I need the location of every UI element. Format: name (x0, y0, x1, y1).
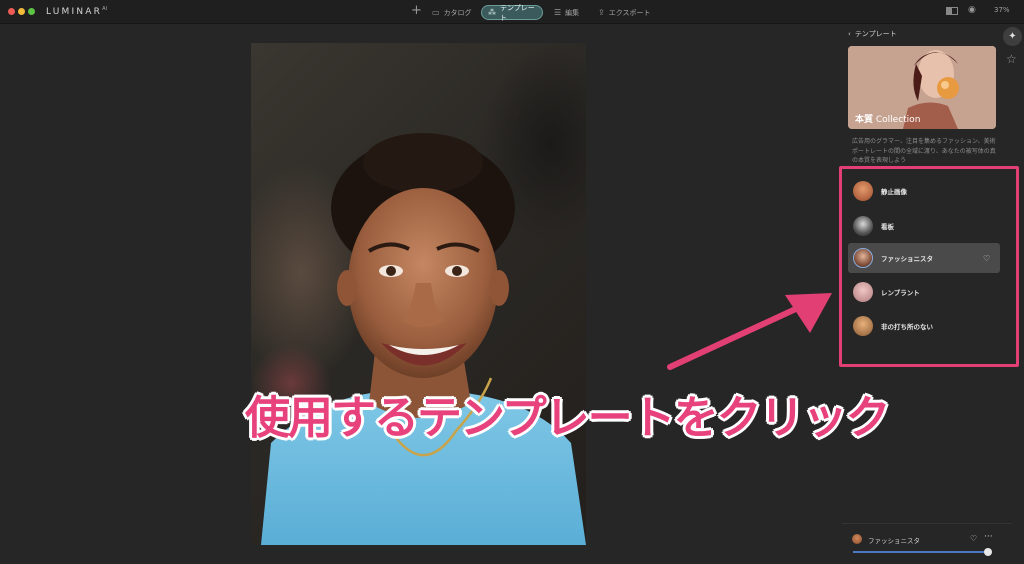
sliders-icon: ☰ (554, 8, 562, 17)
share-icon: ⇪ (598, 8, 605, 17)
close-window-button[interactable] (8, 8, 15, 15)
more-options-icon[interactable]: ··· (984, 532, 993, 542)
collection-title: 本質 Collection (855, 115, 921, 125)
template-thumbnail (853, 216, 873, 236)
collection-description: 広告用のグラマー、注目を集めるファッション、美術ポートレートの間の全域に渡り、あ… (852, 138, 996, 164)
app-logo: LUMINARAI (46, 6, 109, 17)
template-item-flawless[interactable]: 非の打ち所のない (848, 311, 1000, 341)
template-item-fashionista[interactable]: ファッショニスタ ♡ (848, 243, 1000, 273)
template-thumbnail (853, 282, 873, 302)
top-toolbar: LUMINARAI + ▭ カタログ ⁂ テンプレート ☰ 編集 ⇪ エクスポー… (0, 0, 1024, 24)
tab-catalog[interactable]: ▭ カタログ (432, 5, 472, 20)
template-thumbnail (853, 316, 873, 336)
chevron-left-icon: ‹ (848, 30, 851, 38)
template-amount-slider[interactable] (853, 551, 988, 553)
template-item-rembrandt[interactable]: レンブラント (848, 277, 1000, 307)
template-item-billboard[interactable]: 看板 (848, 211, 1000, 241)
instruction-caption: 使用するテンプレートをクリック (245, 391, 891, 444)
portrait-illustration (261, 133, 586, 545)
folder-icon: ▭ (432, 8, 440, 17)
magic-wand-icon[interactable]: ✦ (1003, 27, 1022, 46)
template-item-still[interactable]: 静止画像 (848, 176, 1000, 206)
favorite-star-icon[interactable]: ☆ (1006, 52, 1017, 66)
zoom-level[interactable]: 37% (994, 6, 1010, 14)
heart-icon[interactable]: ♡ (983, 254, 990, 263)
heart-icon[interactable]: ♡ (970, 534, 977, 543)
wand-icon: ⁂ (488, 8, 496, 17)
minimize-window-button[interactable] (18, 8, 25, 15)
divider (842, 523, 1012, 524)
slider-handle[interactable] (984, 548, 992, 556)
template-thumbnail (853, 181, 873, 201)
tab-export[interactable]: ⇪ エクスポート (598, 5, 651, 20)
back-to-templates[interactable]: ‹ テンプレート (848, 29, 897, 39)
applied-template-thumbnail (852, 534, 862, 544)
eye-icon[interactable]: ◉ (968, 5, 976, 15)
add-images-button[interactable]: + (411, 4, 422, 18)
tab-edit[interactable]: ☰ 編集 (554, 5, 579, 20)
compare-icon[interactable] (946, 7, 958, 15)
tab-templates[interactable]: ⁂ テンプレート (481, 4, 543, 22)
callout-arrow (667, 293, 832, 370)
applied-template-row: ファッショニスタ ♡ ··· (852, 532, 1002, 546)
maximize-window-button[interactable] (28, 8, 35, 15)
main-photo (251, 43, 586, 545)
template-thumbnail (853, 248, 873, 268)
